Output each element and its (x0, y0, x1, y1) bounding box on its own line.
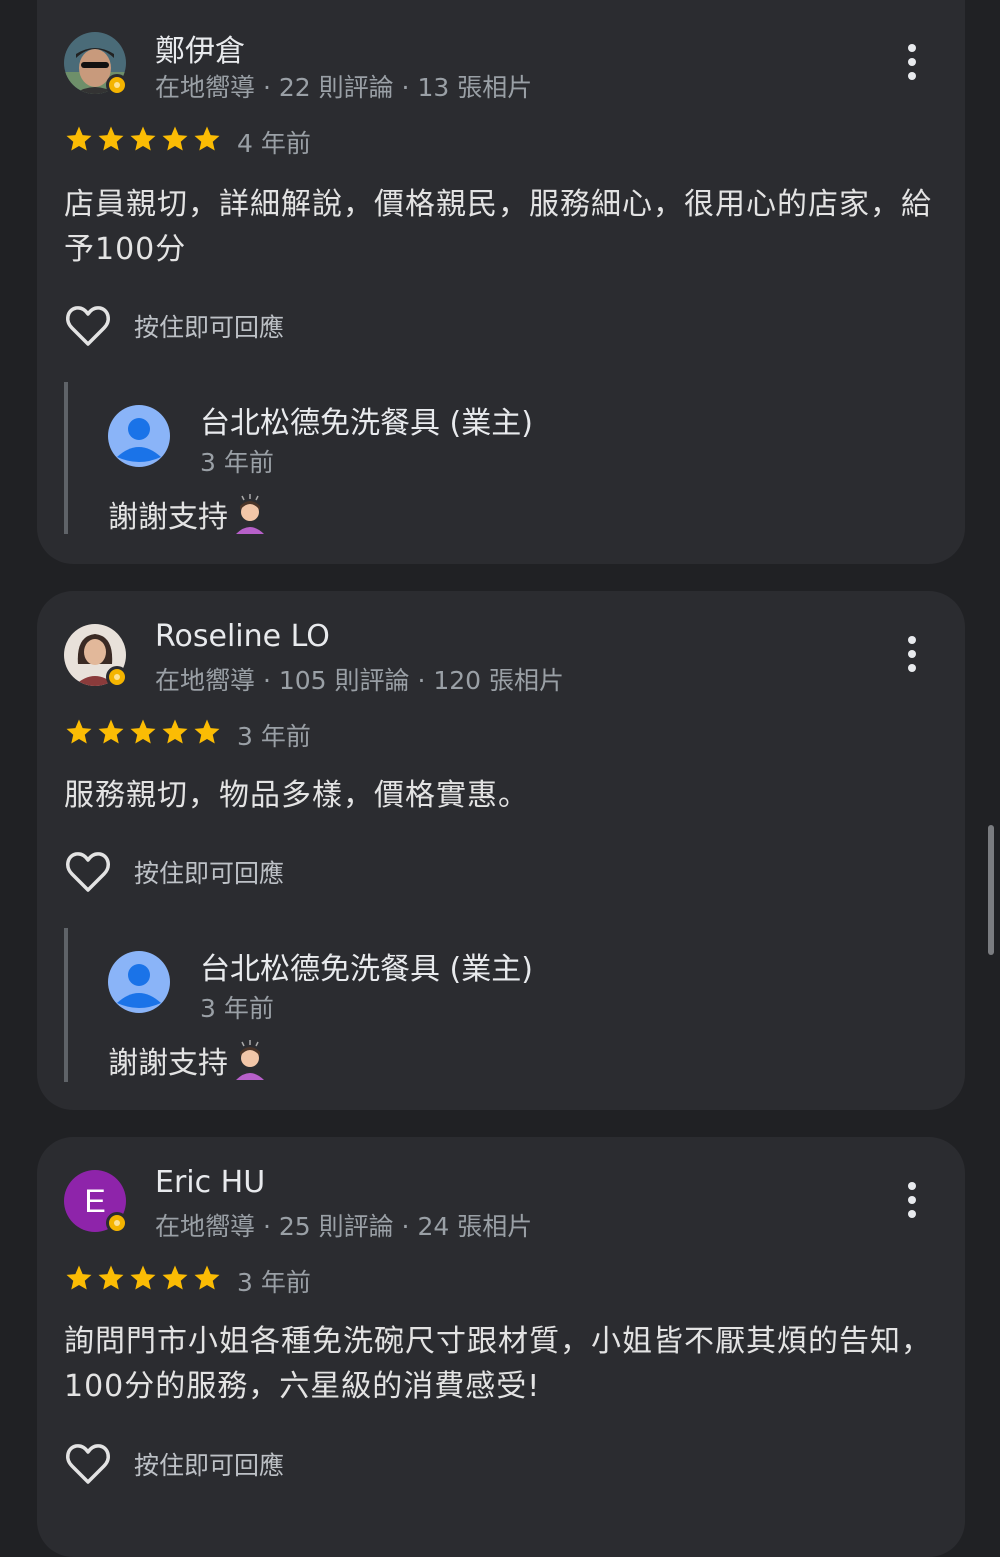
reviewer-meta: 在地嚮導 · 22 則評論 · 13 張相片 (155, 73, 533, 102)
owner-reply-age: 3 年前 (200, 448, 274, 477)
local-guide-badge-icon (106, 666, 128, 688)
heart-icon (66, 852, 110, 892)
star-rating (63, 124, 223, 154)
review-text: 服務親切，物品多樣，價格實惠。 (64, 778, 529, 813)
reviewer-meta: 在地嚮導 · 105 則評論 · 120 張相片 (155, 666, 565, 695)
bowing-emoji-icon (236, 494, 264, 534)
local-guide-badge-icon (106, 74, 128, 96)
local-guide-badge-icon (106, 1212, 128, 1234)
owner-name: 台北松德免洗餐具 (業主) (200, 952, 533, 987)
owner-reply-text: 謝謝支持 (108, 492, 270, 536)
react-label: 按住即可回應 (134, 859, 285, 888)
star-icon (130, 1265, 156, 1290)
star-icon (66, 1265, 92, 1290)
reviewer-meta: 在地嚮導 · 25 則評論 · 24 張相片 (155, 1212, 533, 1241)
star-icon (98, 1265, 124, 1290)
star-icon (66, 719, 92, 744)
react-button[interactable]: 按住即可回應 (64, 304, 284, 348)
review-age: 3 年前 (237, 1268, 311, 1297)
review-age: 4 年前 (237, 129, 311, 158)
review-card: 鄭伊倉 在地嚮導 · 22 則評論 · 13 張相片 4 年前 店員親切，詳細解… (37, 0, 965, 564)
star-icon (194, 719, 220, 744)
star-icon (194, 126, 220, 151)
react-label: 按住即可回應 (134, 313, 285, 342)
review-card: E Eric HU 在地嚮導 · 25 則評論 · 24 張相片 3 年前 詢問… (37, 1137, 965, 1557)
bowing-emoji-icon (236, 1040, 264, 1080)
more-options-icon[interactable] (882, 624, 942, 684)
person-icon (117, 964, 161, 1008)
reviewer-name[interactable]: 鄭伊倉 (155, 26, 245, 70)
star-rating (63, 717, 223, 747)
more-options-icon[interactable] (882, 32, 942, 92)
react-label: 按住即可回應 (134, 1451, 285, 1480)
owner-reply-text: 謝謝支持 (108, 1038, 270, 1082)
reviewer-avatar[interactable]: E (64, 1170, 128, 1234)
review-text: 店員親切，詳細解說，價格親民，服務細心，很用心的店家，給予100分 (64, 187, 932, 267)
star-icon (194, 1265, 220, 1290)
star-icon (130, 719, 156, 744)
scrollbar[interactable] (988, 825, 994, 955)
reviewer-name[interactable]: Eric HU (155, 1165, 265, 1200)
heart-icon (66, 1444, 110, 1484)
reviewer-name[interactable]: Roseline LO (155, 619, 330, 654)
heart-icon (66, 306, 110, 346)
owner-avatar (108, 405, 170, 467)
react-button[interactable]: 按住即可回應 (64, 1442, 284, 1486)
star-icon (66, 126, 92, 151)
star-rating (63, 1263, 223, 1293)
star-icon (162, 719, 188, 744)
star-icon (130, 126, 156, 151)
owner-reply-age: 3 年前 (200, 994, 274, 1023)
owner-reply: 台北松德免洗餐具 (業主) 3 年前 謝謝支持 (64, 928, 908, 1082)
star-icon (98, 719, 124, 744)
review-card: Roseline LO 在地嚮導 · 105 則評論 · 120 張相片 3 年… (37, 591, 965, 1110)
reply-text: 謝謝支持 (108, 500, 228, 535)
star-icon (98, 126, 124, 151)
reply-text: 謝謝支持 (108, 1046, 228, 1081)
more-options-icon[interactable] (882, 1170, 942, 1230)
owner-avatar (108, 951, 170, 1013)
review-age: 3 年前 (237, 722, 311, 751)
review-text: 詢問門市小姐各種免洗碗尺寸跟材質，小姐皆不厭其煩的告知，100分的服務，六星級的… (64, 1324, 932, 1404)
person-icon (117, 418, 161, 462)
reviewer-avatar[interactable] (64, 32, 128, 96)
owner-reply: 台北松德免洗餐具 (業主) 3 年前 謝謝支持 (64, 382, 908, 536)
owner-name: 台北松德免洗餐具 (業主) (200, 406, 533, 441)
star-icon (162, 1265, 188, 1290)
reviewer-avatar[interactable] (64, 624, 128, 688)
star-icon (162, 126, 188, 151)
react-button[interactable]: 按住即可回應 (64, 850, 284, 894)
